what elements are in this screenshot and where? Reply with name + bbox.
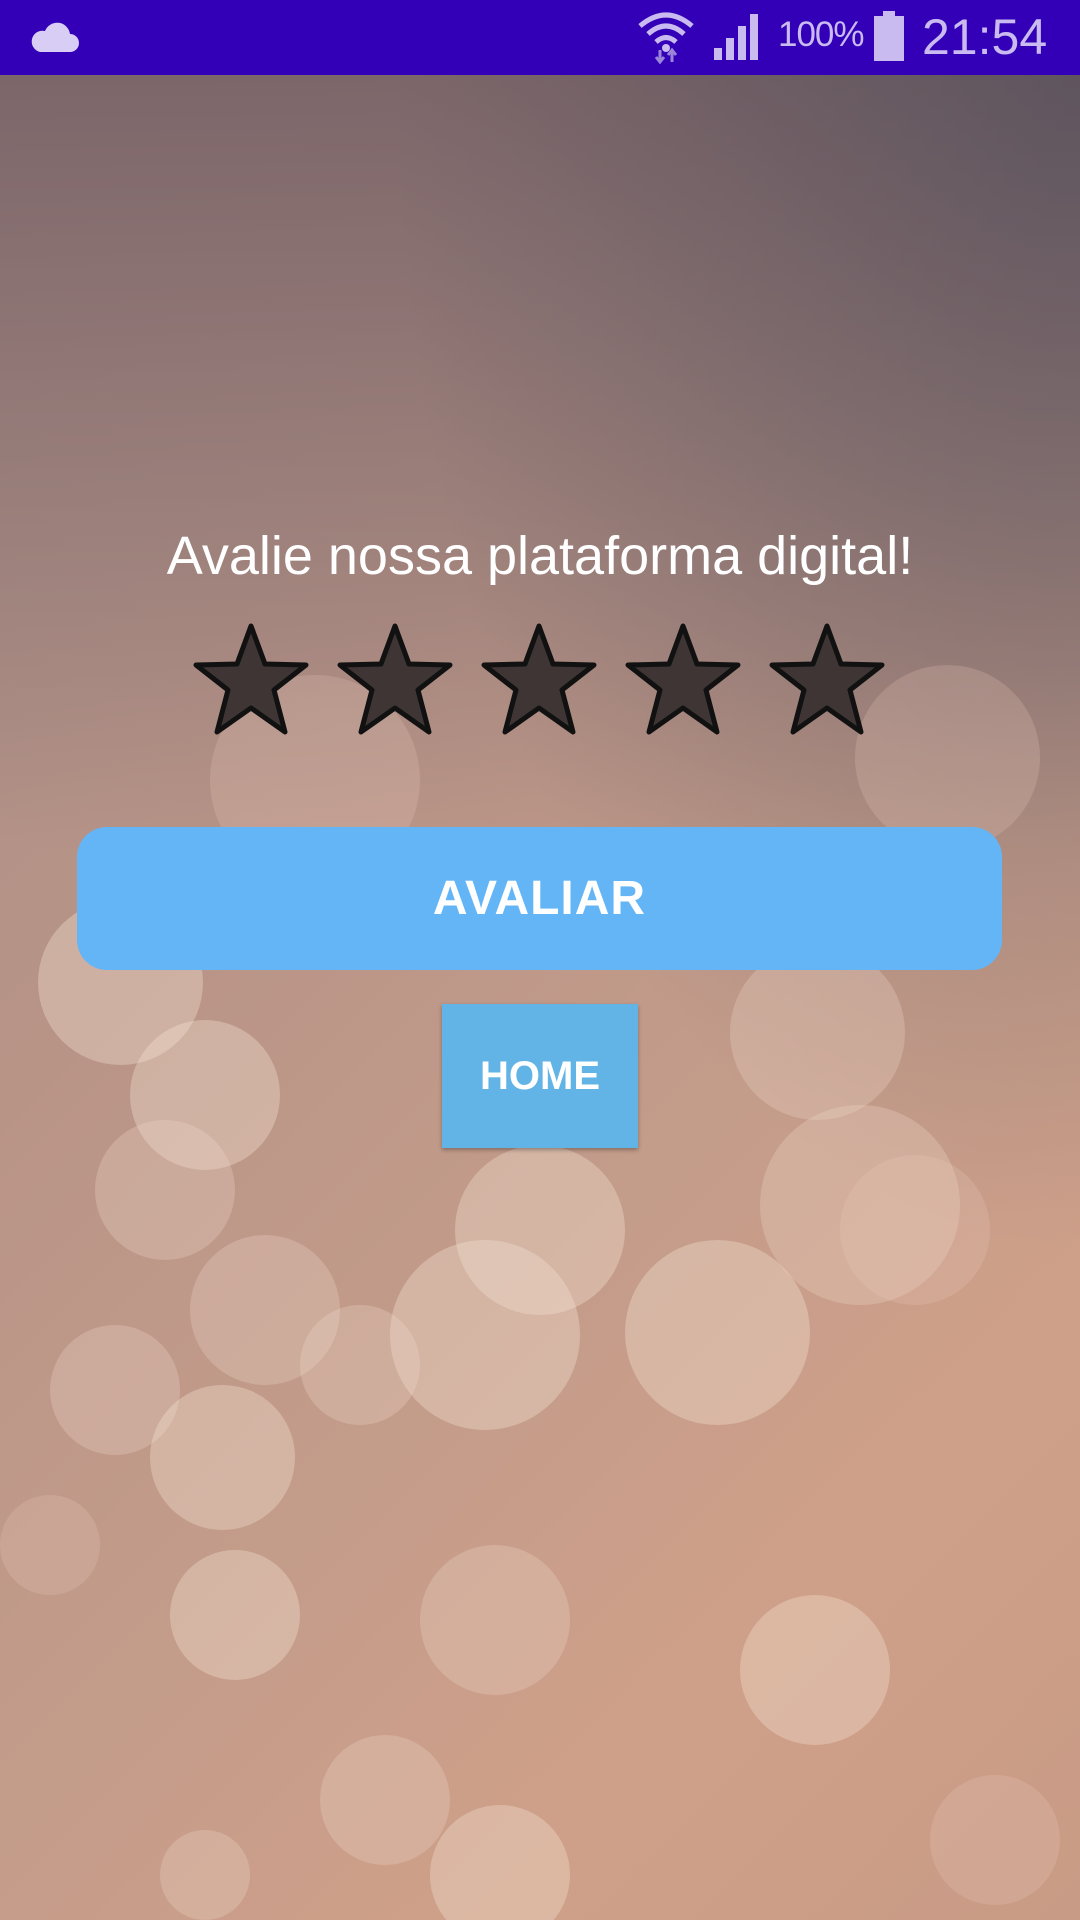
signal-icon xyxy=(714,14,758,60)
rating-title: Avalie nossa plataforma digital! xyxy=(166,526,914,586)
battery-percent: 100% xyxy=(778,15,865,54)
star-3-icon[interactable] xyxy=(480,622,598,738)
star-2-icon[interactable] xyxy=(336,622,454,738)
cloud-icon xyxy=(31,22,79,52)
battery-icon xyxy=(874,11,904,61)
rate-button[interactable]: AVALIAR xyxy=(77,827,1002,970)
wifi-icon xyxy=(638,12,694,64)
bokeh-background xyxy=(0,75,1080,1920)
status-bar: 100% 21:54 xyxy=(0,0,1080,75)
status-clock: 21:54 xyxy=(922,9,1048,65)
star-rating-bar[interactable] xyxy=(192,622,892,738)
star-5-icon[interactable] xyxy=(768,622,886,738)
star-4-icon[interactable] xyxy=(624,622,742,738)
screen: 100% 21:54 Avalie nossa plataforma digit… xyxy=(0,0,1080,1920)
star-1-icon[interactable] xyxy=(192,622,310,738)
home-button[interactable]: HOME xyxy=(442,1004,638,1148)
